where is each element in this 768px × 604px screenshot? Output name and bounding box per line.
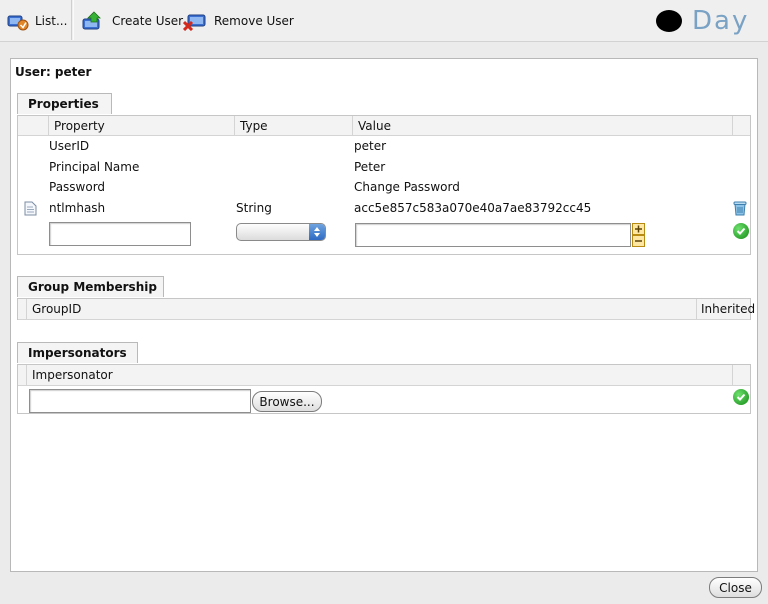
tab-group-membership[interactable]: Group Membership xyxy=(17,276,164,297)
list-label: List... xyxy=(35,14,68,28)
list-button[interactable]: List... xyxy=(7,10,67,32)
property-value: acc5e857c583a070e40a7ae83792cc45 xyxy=(354,201,592,215)
remove-user-label: Remove User xyxy=(214,14,294,28)
column-value[interactable]: Value xyxy=(352,116,732,135)
property-name: UserID xyxy=(49,139,90,153)
impersonators-table: Impersonator Browse... xyxy=(17,364,751,414)
column-impersonator[interactable]: Impersonator xyxy=(26,365,732,385)
day-logo: Day xyxy=(656,6,749,36)
column-groupid[interactable]: GroupID xyxy=(26,299,696,319)
property-value: peter xyxy=(354,139,387,153)
property-name: Principal Name xyxy=(49,160,140,174)
change-password-link[interactable]: Change Password xyxy=(354,180,460,194)
add-remove-value-icon[interactable] xyxy=(632,223,645,250)
properties-title: Properties xyxy=(28,97,99,111)
group-membership-header: GroupID Inherited xyxy=(18,299,755,320)
delete-property-icon[interactable] xyxy=(732,200,748,219)
logo-text: Day xyxy=(692,6,750,36)
group-membership-table: GroupID Inherited xyxy=(17,298,755,320)
new-property-value-input[interactable] xyxy=(355,223,631,247)
logo-dot-icon xyxy=(656,10,682,32)
user-dialog: User: peter Properties Property Type Val… xyxy=(10,58,758,572)
column-property[interactable]: Property xyxy=(48,116,234,135)
tab-impersonators[interactable]: Impersonators xyxy=(17,342,138,363)
new-property-type-select[interactable] xyxy=(236,223,326,241)
column-type[interactable]: Type xyxy=(234,116,352,135)
new-property-name-input[interactable] xyxy=(49,222,191,246)
create-user-icon xyxy=(82,11,104,31)
close-label: Close xyxy=(719,580,752,595)
confirm-impersonator-icon[interactable] xyxy=(733,389,749,405)
impersonators-title: Impersonators xyxy=(28,346,127,360)
tab-properties[interactable]: Properties xyxy=(17,93,112,114)
create-user-label: Create User xyxy=(112,14,184,28)
document-icon xyxy=(24,201,37,219)
impersonators-header: Impersonator xyxy=(18,365,750,386)
user-title: User: peter xyxy=(15,65,92,79)
remove-user-button[interactable]: Remove User xyxy=(182,10,294,32)
confirm-property-icon[interactable] xyxy=(733,223,749,239)
select-arrows-icon xyxy=(309,224,325,240)
properties-table: Property Type Value UserID peter Princip… xyxy=(17,115,751,255)
property-name: Password xyxy=(49,180,106,194)
property-type: String xyxy=(236,201,272,215)
remove-user-icon xyxy=(182,11,207,32)
users-list-icon xyxy=(7,11,29,31)
create-user-button[interactable]: Create User xyxy=(82,10,183,32)
toolbar: List... Create User Remove User Day xyxy=(0,0,768,42)
browse-button[interactable]: Browse... xyxy=(252,391,322,412)
properties-header: Property Type Value xyxy=(18,116,750,136)
close-button[interactable]: Close xyxy=(709,577,762,598)
impersonator-input[interactable] xyxy=(29,389,251,413)
property-name: ntlmhash xyxy=(49,201,106,215)
browse-label: Browse... xyxy=(259,394,315,409)
group-membership-title: Group Membership xyxy=(28,280,157,294)
property-value: Peter xyxy=(354,160,386,174)
column-inherited[interactable]: Inherited xyxy=(696,299,755,319)
